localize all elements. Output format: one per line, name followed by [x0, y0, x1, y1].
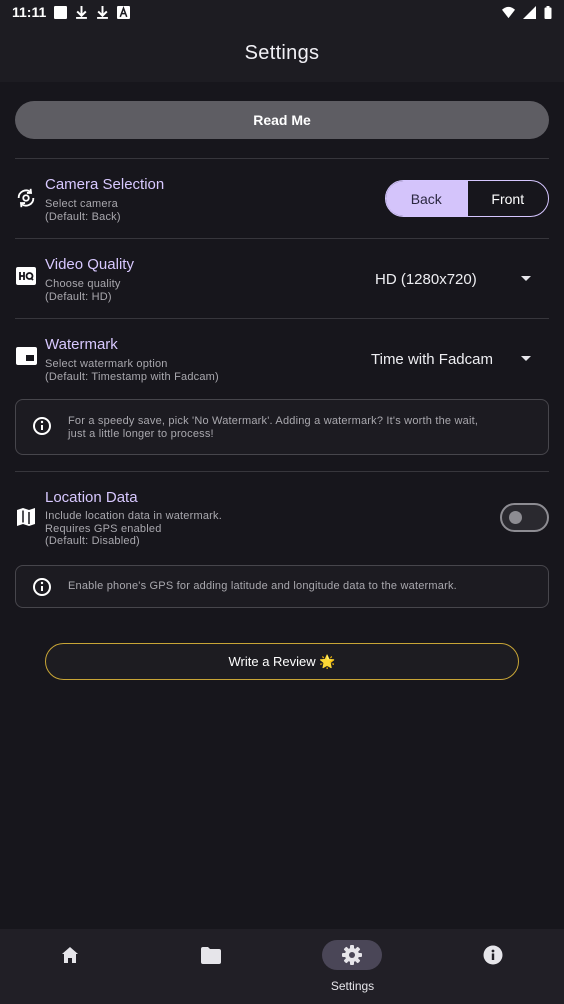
- camera-front-button[interactable]: Front: [466, 181, 549, 216]
- video-quality-subtitle: Choose quality (Default: HD): [45, 278, 121, 303]
- camera-selection-title: Camera Selection: [45, 176, 165, 193]
- nav-home-pill: [40, 940, 100, 970]
- camera-toggle-group: Back Front: [385, 180, 549, 217]
- watermark-title: Watermark: [45, 336, 118, 353]
- watermark-icon: [16, 347, 37, 365]
- read-me-button[interactable]: Read Me: [15, 101, 549, 139]
- video-quality-value: HD (1280x720): [375, 270, 477, 288]
- map-icon: [17, 508, 35, 526]
- nav-settings[interactable]: Settings: [282, 929, 423, 1004]
- chevron-down-icon: [521, 356, 531, 361]
- info-icon: [483, 945, 503, 965]
- nav-home[interactable]: [0, 929, 141, 1004]
- divider: [15, 158, 549, 159]
- camera-switch-icon: [17, 188, 35, 208]
- location-info-text: Enable phone's GPS for adding latitude a…: [68, 580, 457, 592]
- location-data-subtitle: Include location data in watermark. Requ…: [45, 510, 222, 548]
- download-icon: [76, 5, 88, 19]
- video-quality-title: Video Quality: [45, 256, 134, 273]
- divider: [15, 318, 549, 319]
- notification-square-icon: [54, 5, 68, 19]
- battery-icon: [544, 5, 552, 19]
- camera-default-line: (Default: Back): [45, 210, 121, 223]
- watermark-value: Time with Fadcam: [371, 350, 493, 368]
- location-data-toggle[interactable]: [500, 503, 549, 532]
- nav-about-pill: [463, 940, 523, 970]
- watermark-subtitle-line: Select watermark option: [45, 358, 168, 370]
- app-bar: Settings: [0, 24, 564, 82]
- location-subtitle-line: Include location data in watermark.: [45, 510, 222, 522]
- watermark-info-box: For a speedy save, pick 'No Watermark'. …: [15, 399, 549, 455]
- watermark-default-line: (Default: Timestamp with Fadcam): [45, 370, 219, 383]
- status-bar: 11:11: [0, 0, 564, 24]
- location-default-line: (Default: Disabled): [45, 535, 140, 547]
- hq-icon: [16, 267, 36, 285]
- divider: [15, 238, 549, 239]
- nav-files[interactable]: [141, 929, 282, 1004]
- nav-about[interactable]: [423, 929, 564, 1004]
- home-icon: [62, 947, 78, 963]
- download-icon-2: [97, 5, 109, 19]
- watermark-info-line-2: just a little longer to process!: [68, 428, 214, 440]
- toggle-knob: [509, 511, 522, 524]
- location-data-title: Location Data: [45, 489, 138, 506]
- video-subtitle-line: Choose quality: [45, 278, 121, 290]
- info-icon: [33, 578, 51, 596]
- app-notification-icon: [117, 5, 131, 19]
- nav-settings-pill: [322, 940, 382, 970]
- camera-selection-subtitle: Select camera (Default: Back): [45, 198, 121, 223]
- watermark-dropdown[interactable]: Time with Fadcam: [371, 349, 545, 369]
- watermark-subtitle: Select watermark option (Default: Timest…: [45, 358, 219, 383]
- divider: [15, 471, 549, 472]
- location-info-box: Enable phone's GPS for adding latitude a…: [15, 565, 549, 608]
- nav-files-pill: [181, 940, 241, 970]
- video-quality-dropdown[interactable]: HD (1280x720): [375, 269, 545, 289]
- write-review-button[interactable]: Write a Review 🌟: [45, 643, 519, 680]
- gear-icon: [342, 945, 362, 965]
- video-default-line: (Default: HD): [45, 290, 112, 303]
- nav-settings-label: Settings: [330, 979, 375, 993]
- camera-subtitle-line: Select camera: [45, 198, 118, 210]
- status-time: 11:11: [12, 4, 47, 20]
- page-title: Settings: [244, 41, 320, 64]
- bottom-navigation: Settings: [0, 929, 564, 1004]
- watermark-info-line: For a speedy save, pick 'No Watermark'. …: [68, 415, 479, 427]
- location-requirement-line: Requires GPS enabled: [45, 522, 162, 535]
- info-icon: [33, 417, 51, 435]
- camera-back-button[interactable]: Back: [386, 181, 467, 216]
- write-review-label: Write a Review 🌟: [228, 653, 336, 669]
- watermark-info-text: For a speedy save, pick 'No Watermark'. …: [68, 415, 528, 441]
- folder-icon: [201, 946, 221, 964]
- chevron-down-icon: [521, 276, 531, 281]
- wifi-icon: [502, 6, 515, 18]
- signal-icon: [523, 5, 536, 19]
